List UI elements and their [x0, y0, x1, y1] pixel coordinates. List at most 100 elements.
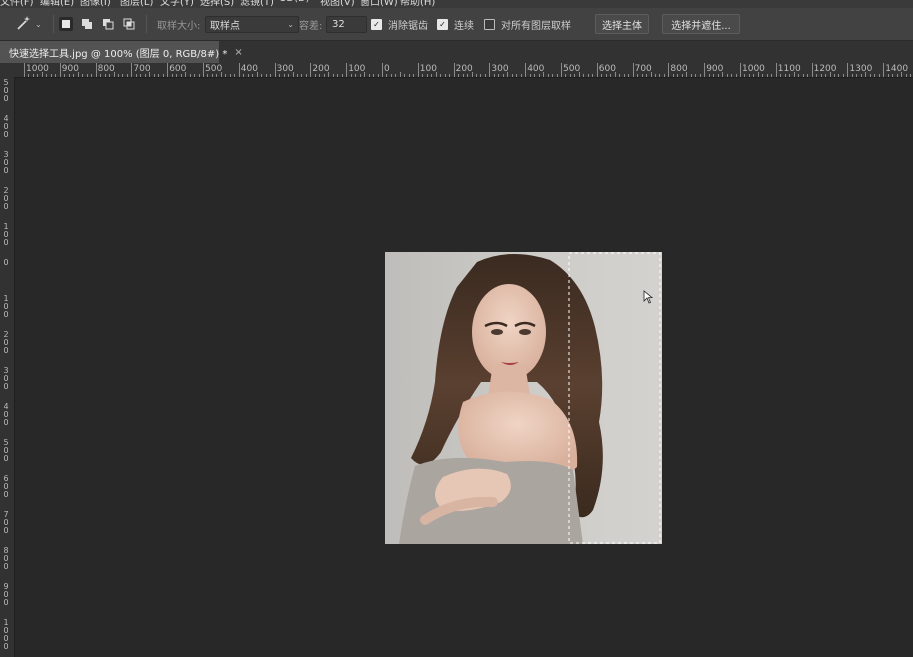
- ruler-minor-tick: [905, 74, 907, 77]
- ruler-minor-tick: [516, 74, 518, 77]
- ruler-minor-tick: [520, 74, 522, 77]
- ruler-minor-tick: [816, 74, 818, 77]
- add-to-selection-button[interactable]: [80, 8, 94, 40]
- ruler-minor-tick: [713, 74, 715, 77]
- ruler-minor-tick: [493, 74, 495, 77]
- document-image[interactable]: [385, 252, 662, 544]
- ruler-minor-tick: [467, 74, 469, 77]
- anti-alias-checkbox[interactable]: ✓ 消除锯齿: [371, 8, 428, 40]
- ruler-minor-tick: [234, 74, 236, 77]
- document-tab[interactable]: 快速选择工具.jpg @ 100% (图层 0, RGB/8#) * ×: [0, 41, 243, 63]
- ruler-minor-tick: [305, 74, 307, 77]
- document-tab-title: 快速选择工具.jpg @ 100% (图层 0, RGB/8#) *: [9, 48, 228, 60]
- ruler-minor-tick: [194, 74, 196, 77]
- ruler-label: 600: [3, 474, 9, 499]
- ruler-label: 800: [3, 546, 9, 571]
- menu-item[interactable]: 帮助(H): [400, 0, 435, 8]
- ruler-corner: [0, 63, 14, 77]
- ruler-minor-tick: [825, 74, 827, 77]
- menu-item[interactable]: 视图(V): [320, 0, 355, 8]
- ruler-minor-tick: [802, 74, 804, 77]
- ruler-label: 600: [169, 64, 187, 74]
- intersect-selection-button[interactable]: [122, 8, 136, 40]
- magic-wand-icon: [16, 15, 32, 34]
- ruler-minor-tick: [189, 74, 191, 77]
- ruler-minor-tick: [842, 74, 844, 77]
- ruler-label: 300: [276, 64, 294, 74]
- menu-item[interactable]: 图像(I): [80, 0, 111, 8]
- ruler-minor-tick: [404, 74, 406, 77]
- ruler-tick: [274, 63, 276, 77]
- tolerance-value: 32: [332, 18, 345, 30]
- menu-bar: 文件(F) 编辑(E) 图像(I) 图层(L) 文字(Y) 选择(S) 滤镜(T) 3D(D)…: [0, 0, 913, 8]
- ruler-label: 800: [97, 64, 115, 74]
- ruler-minor-tick: [771, 74, 773, 77]
- select-and-mask-button[interactable]: 选择并遮住...: [662, 14, 740, 34]
- ruler-minor-tick: [910, 74, 912, 77]
- menu-item[interactable]: 选择(S): [200, 0, 234, 8]
- ruler-tick: [203, 63, 204, 77]
- ruler-minor-tick: [252, 74, 254, 77]
- ruler-minor-tick: [399, 72, 401, 77]
- sample-size-label: 取样大小:: [157, 20, 201, 32]
- ruler-minor-tick: [368, 74, 370, 77]
- ruler-minor-tick: [681, 74, 683, 77]
- sample-size-select[interactable]: 取样点 ⌄: [205, 15, 299, 33]
- ruler-label: 1200: [813, 64, 837, 74]
- ruler-minor-tick: [762, 74, 764, 77]
- ruler-tick: [596, 63, 598, 77]
- ruler-minor-tick: [122, 74, 124, 77]
- ruler-minor-tick: [717, 74, 719, 77]
- menu-item[interactable]: 文件(F): [0, 0, 34, 8]
- ruler-tick: [775, 63, 777, 77]
- ruler-minor-tick: [654, 74, 656, 77]
- ruler-label: 600: [598, 64, 616, 74]
- subtract-from-selection-button[interactable]: [101, 8, 115, 40]
- menu-item[interactable]: 3D(D): [280, 0, 310, 4]
- menu-item[interactable]: 图层(L): [120, 0, 153, 8]
- menu-item[interactable]: 文字(Y): [160, 0, 194, 8]
- ruler-minor-tick: [386, 74, 388, 77]
- ruler-minor-tick: [50, 74, 52, 77]
- ruler-minor-tick: [153, 74, 155, 77]
- sample-all-layers-checkbox[interactable]: 对所有图层取样: [484, 8, 571, 40]
- ruler-minor-tick: [82, 74, 84, 77]
- ruler-minor-tick: [341, 74, 343, 77]
- ruler-tick: [417, 63, 419, 77]
- ruler-label: 400: [527, 64, 545, 74]
- menu-item[interactable]: 编辑(E): [40, 0, 74, 8]
- ruler-minor-tick: [731, 74, 733, 77]
- ruler-minor-tick: [444, 74, 446, 77]
- ruler-minor-tick: [176, 74, 178, 77]
- menu-item[interactable]: 窗口(W): [360, 0, 398, 8]
- ruler-minor-tick: [301, 74, 303, 77]
- ruler-label: 300: [491, 64, 509, 74]
- portrait-photo: [385, 252, 662, 544]
- ruler-minor-tick: [319, 74, 321, 77]
- select-subject-button[interactable]: 选择主体: [595, 14, 649, 34]
- contiguous-checkbox[interactable]: ✓ 连续: [437, 8, 474, 40]
- ruler-label: 400: [3, 402, 9, 427]
- ruler-label: 300: [3, 150, 9, 175]
- ruler-minor-tick: [91, 74, 93, 77]
- intersect-selection-icon: [123, 18, 135, 30]
- ruler-tick: [668, 63, 670, 77]
- ruler-minor-tick: [408, 74, 410, 77]
- ruler-minor-tick: [440, 74, 442, 77]
- ruler-minor-tick: [140, 74, 142, 77]
- close-icon[interactable]: ×: [234, 47, 242, 58]
- ruler-minor-tick: [413, 74, 415, 77]
- ruler-label: 400: [240, 64, 258, 74]
- contiguous-label: 连续: [454, 20, 474, 32]
- ruler-tick: [883, 63, 885, 77]
- ruler-tick: [24, 63, 25, 77]
- tolerance-input[interactable]: 32: [326, 15, 367, 33]
- ruler-minor-tick: [207, 74, 209, 77]
- ruler-minor-tick: [247, 74, 249, 77]
- menu-item[interactable]: 滤镜(T): [240, 0, 274, 8]
- new-selection-button[interactable]: [59, 8, 73, 40]
- ruler-minor-tick: [529, 74, 531, 77]
- ruler-minor-tick: [171, 74, 173, 77]
- sample-size-value: 取样点: [210, 20, 240, 32]
- tool-preset-picker[interactable]: ⌄: [16, 8, 42, 40]
